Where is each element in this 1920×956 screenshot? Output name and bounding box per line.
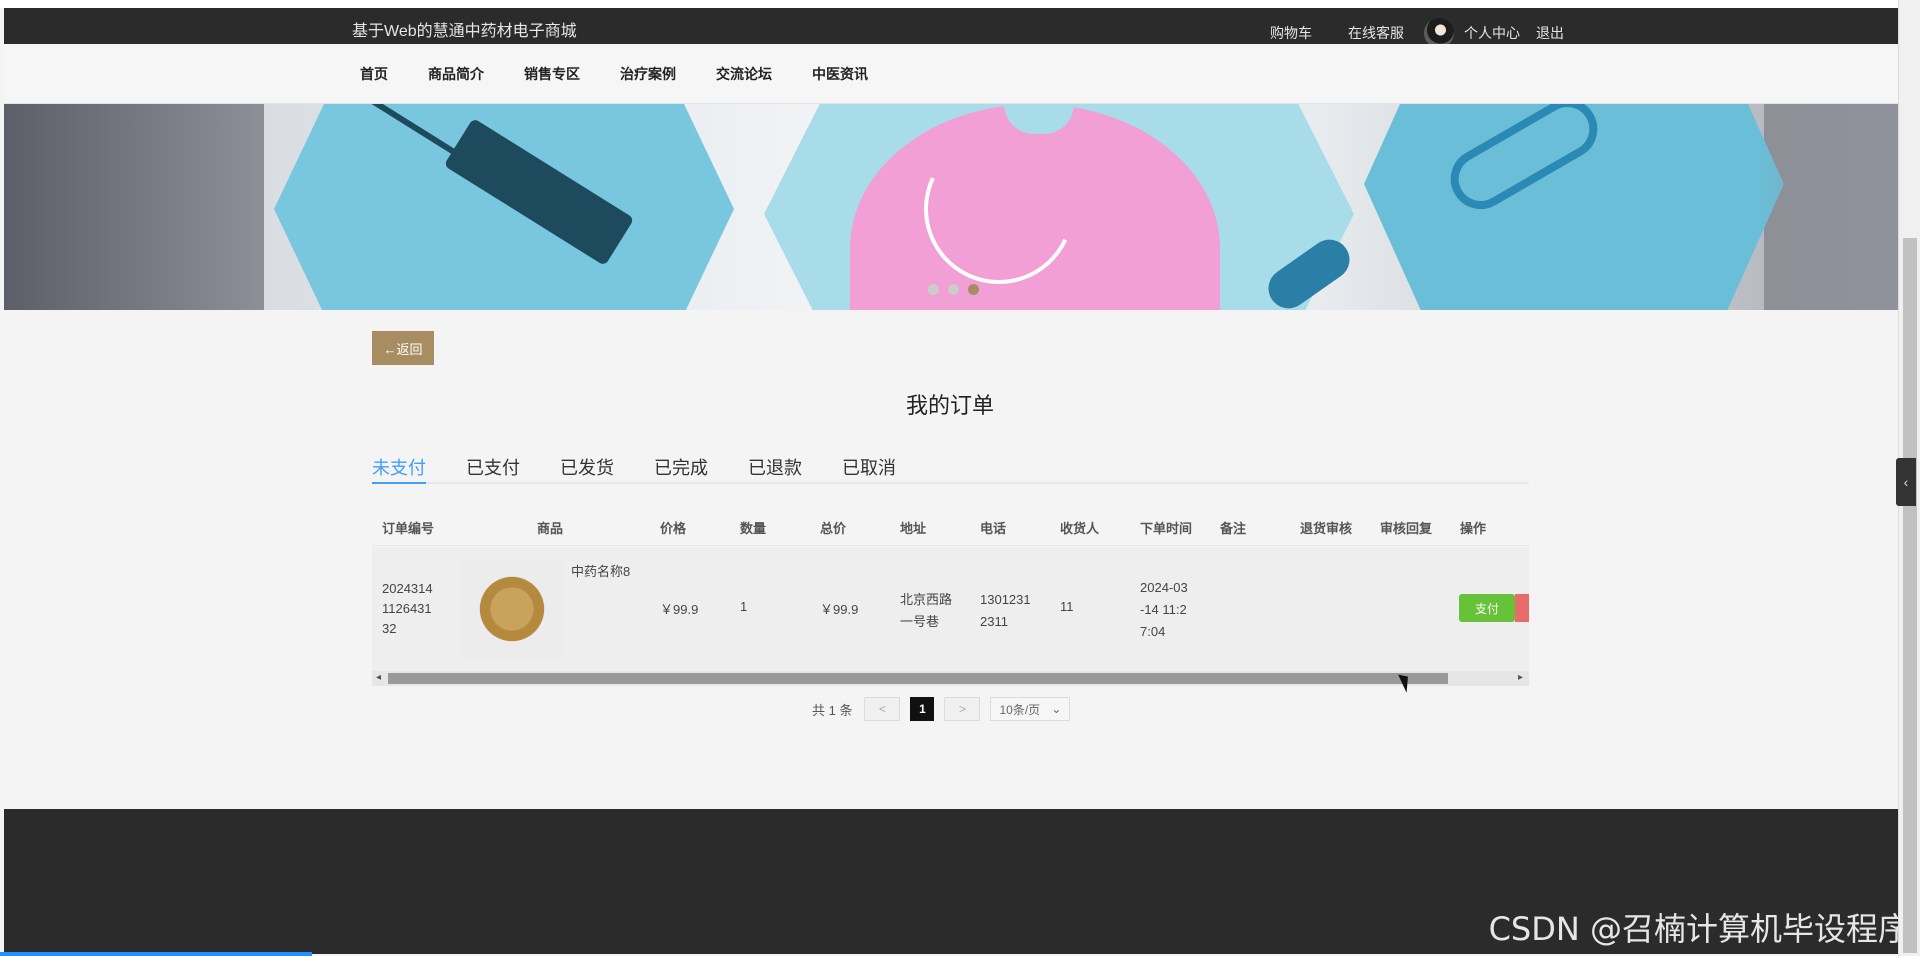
main-nav: 首页 商品简介 销售专区 治疗案例 交流论坛 中医资讯 <box>4 44 1898 104</box>
address-line: 一号巷 <box>900 614 940 629</box>
scrollbar-thumb[interactable] <box>1903 238 1917 953</box>
pagination: 共 1 条 < 1 > 10条/页 ⌄ <box>812 697 1071 721</box>
col-review-reply: 审核回复 <box>1380 521 1433 536</box>
nav-item-forum[interactable]: 交流论坛 <box>716 64 772 84</box>
table-horizontal-scrollbar[interactable]: ◂ ▸ <box>372 671 1529 686</box>
carousel-dot-active[interactable] <box>968 284 979 295</box>
product-name[interactable]: 中药名称8 <box>571 561 630 580</box>
top-strip <box>0 0 1920 8</box>
col-price: 价格 <box>660 521 687 536</box>
table-header: 订单编号 商品 价格 数量 总价 地址 电话 收货人 下单时间 备注 退货审核 … <box>372 504 1529 546</box>
order-time-line: -14 11:2 <box>1140 602 1187 617</box>
prev-page-button[interactable]: < <box>864 697 901 721</box>
carousel-dot[interactable] <box>948 284 959 295</box>
total-value: ￥99.9 <box>820 602 859 617</box>
address-value: 北京西路 一号巷 <box>900 589 952 633</box>
page-title: 我的订单 <box>905 393 994 418</box>
carousel-indicators <box>928 284 988 295</box>
pay-button[interactable]: 支付 <box>1459 594 1515 622</box>
current-page[interactable]: 1 <box>910 697 935 721</box>
banner-fade <box>1758 104 1898 310</box>
tab-refunded[interactable]: 已退款 <box>748 454 802 482</box>
order-number-line: 1126431 <box>382 601 432 616</box>
scroll-right-icon[interactable]: ▸ <box>1518 672 1523 683</box>
tab-paid[interactable]: 已支付 <box>466 454 520 482</box>
nav-item-news[interactable]: 中医资讯 <box>812 64 868 84</box>
receiver-value: 11 <box>1060 599 1074 614</box>
chevron-down-icon: ⌄ <box>1051 702 1062 716</box>
col-address: 地址 <box>900 521 927 536</box>
cart-link[interactable]: 购物车 <box>1270 23 1312 43</box>
tab-shipped[interactable]: 已发货 <box>560 454 614 482</box>
nav-item-sales[interactable]: 销售专区 <box>524 64 580 84</box>
loading-progress-bar <box>0 952 312 956</box>
col-remark: 备注 <box>1220 521 1247 536</box>
tab-cancelled[interactable]: 已取消 <box>842 454 896 482</box>
order-number: 2024314 1126431 32 <box>382 579 433 639</box>
chevron-left-icon[interactable]: ‹ <box>1896 458 1916 506</box>
col-order-no: 订单编号 <box>382 521 435 536</box>
banner-carousel[interactable] <box>4 104 1898 310</box>
logout-link[interactable]: 退出 <box>1536 23 1564 43</box>
phone-line: 2311 <box>980 614 1008 629</box>
order-time-line: 7:04 <box>1140 624 1166 639</box>
col-actions: 操作 <box>1460 521 1487 536</box>
quantity-value: 1 <box>740 599 748 614</box>
col-quantity: 数量 <box>740 521 767 536</box>
address-line: 北京西路 <box>900 592 953 607</box>
nav-item-home[interactable]: 首页 <box>360 64 388 84</box>
page-size-select[interactable]: 10条/页 ⌄ <box>990 697 1071 721</box>
delete-button[interactable] <box>1515 594 1529 622</box>
col-phone: 电话 <box>980 521 1007 536</box>
page-size-value: 10条/页 <box>999 702 1041 717</box>
order-number-line: 32 <box>382 621 397 636</box>
col-total: 总价 <box>820 521 847 536</box>
tab-completed[interactable]: 已完成 <box>654 454 708 482</box>
top-header-bar: 基于Web的慧通中药材电子商城 购物车 在线客服 个人中心 退出 <box>4 8 1898 48</box>
back-button[interactable]: ←返回 <box>372 331 434 365</box>
phone-line: 1301231 <box>980 592 1031 607</box>
price-value: ￥99.9 <box>660 602 699 617</box>
order-number-line: 2024314 <box>382 581 433 596</box>
table-row: 2024314 1126431 32 中药名称8 ￥99.9 1 ￥99.9 北… <box>372 547 1529 673</box>
col-order-time: 下单时间 <box>1140 521 1193 536</box>
carousel-dot[interactable] <box>928 284 939 295</box>
watermark: CSDN @召楠计算机毕设程序 <box>1488 910 1910 948</box>
product-image[interactable] <box>462 559 562 659</box>
order-time-value: 2024-03 -14 11:2 7:04 <box>1140 577 1188 643</box>
tab-unpaid[interactable]: 未支付 <box>372 454 426 484</box>
scroll-left-icon[interactable]: ◂ <box>376 672 381 683</box>
order-time-line: 2024-03 <box>1140 580 1188 595</box>
nav-item-cases[interactable]: 治疗案例 <box>620 64 676 84</box>
phone-value: 1301231 2311 <box>980 589 1031 633</box>
page-frame: 基于Web的慧通中药材电子商城 购物车 在线客服 个人中心 退出 首页 商品简介… <box>0 0 1920 956</box>
order-status-tabs: 未支付 已支付 已发货 已完成 已退款 已取消 <box>372 454 1529 484</box>
site-title: 基于Web的慧通中药材电子商城 <box>352 23 577 40</box>
orders-table: 订单编号 商品 价格 数量 总价 地址 电话 收货人 下单时间 备注 退货审核 … <box>372 504 1529 686</box>
profile-link[interactable]: 个人中心 <box>1464 23 1520 43</box>
scrollbar-thumb[interactable] <box>388 673 1448 684</box>
next-page-button[interactable]: > <box>944 697 981 721</box>
col-receiver: 收货人 <box>1060 521 1100 536</box>
nav-item-products[interactable]: 商品简介 <box>428 64 484 84</box>
col-product: 商品 <box>537 521 564 536</box>
customer-service-link[interactable]: 在线客服 <box>1348 23 1404 43</box>
pagination-total: 共 1 条 <box>812 702 853 718</box>
col-refund-review: 退货审核 <box>1300 521 1353 536</box>
banner-hexagon <box>274 104 734 310</box>
